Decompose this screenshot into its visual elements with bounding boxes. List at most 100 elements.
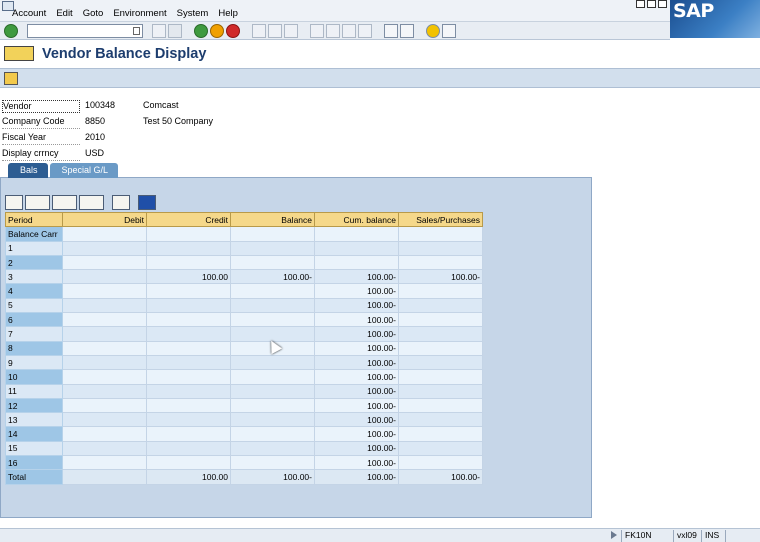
cell-debit[interactable]: [62, 312, 147, 328]
cell-credit[interactable]: [146, 312, 231, 328]
cell-period[interactable]: 14: [5, 426, 63, 442]
cell-credit[interactable]: 100.00: [146, 269, 231, 285]
table-row[interactable]: 13 100.00-: [5, 412, 483, 428]
table-row[interactable]: 4 100.00-: [5, 283, 483, 299]
menu-system[interactable]: System: [177, 8, 209, 19]
col-header-sales-purchases[interactable]: Sales/Purchases: [398, 211, 483, 228]
cell-sales-purchases[interactable]: [398, 412, 483, 428]
enter-icon[interactable]: [4, 24, 18, 38]
cell-credit[interactable]: [146, 354, 231, 371]
cell-credit[interactable]: [146, 397, 231, 414]
cell-period[interactable]: 11: [5, 383, 63, 399]
col-header-cum-balance[interactable]: Cum. balance: [314, 211, 399, 228]
cell-sales-purchases[interactable]: [398, 283, 483, 299]
next-page-icon[interactable]: [342, 24, 356, 38]
table-row[interactable]: 3 100.00 100.00- 100.00- 100.00-: [5, 269, 483, 285]
cell-debit[interactable]: [62, 340, 147, 356]
cell-sales-purchases[interactable]: [398, 440, 483, 457]
find-icon[interactable]: [268, 24, 282, 38]
cell-debit[interactable]: [62, 254, 147, 271]
cell-period[interactable]: 8: [5, 340, 63, 356]
total-cell-debit[interactable]: [62, 469, 147, 485]
col-header-credit[interactable]: Credit: [146, 211, 231, 228]
cell-balance[interactable]: [230, 455, 315, 471]
table-row[interactable]: 5 100.00-: [5, 297, 483, 314]
cell-debit[interactable]: [62, 283, 147, 299]
cell-cum-balance[interactable]: 100.00-: [314, 354, 399, 371]
cell-balance[interactable]: [230, 369, 315, 385]
cell-debit[interactable]: [62, 297, 147, 314]
cell-period[interactable]: 15: [5, 440, 63, 457]
sort-icon[interactable]: [25, 195, 50, 210]
total-row[interactable]: Total 100.00 100.00- 100.00- 100.00-: [5, 469, 483, 485]
exit-icon[interactable]: [210, 24, 224, 38]
cell-sales-purchases[interactable]: [398, 397, 483, 414]
cell-cum-balance[interactable]: [314, 240, 399, 256]
find-next-icon[interactable]: [284, 24, 298, 38]
layout-menu-icon[interactable]: [442, 24, 456, 38]
table-row[interactable]: 15 100.00-: [5, 440, 483, 457]
col-header-balance[interactable]: Balance: [230, 211, 315, 228]
cell-cum-balance[interactable]: 100.00-: [314, 326, 399, 342]
cell-credit[interactable]: [146, 226, 231, 242]
cell-period[interactable]: 10: [5, 369, 63, 385]
cell-cum-balance[interactable]: 100.00-: [314, 383, 399, 399]
cell-credit[interactable]: [146, 283, 231, 299]
cell-period[interactable]: 16: [5, 455, 63, 471]
cell-credit[interactable]: [146, 440, 231, 457]
total-cell-period[interactable]: Total: [5, 469, 63, 485]
table-row[interactable]: 1: [5, 240, 483, 256]
cell-balance[interactable]: [230, 397, 315, 414]
back-icon[interactable]: [194, 24, 208, 38]
cell-credit[interactable]: [146, 326, 231, 342]
cell-period[interactable]: 5: [5, 297, 63, 314]
cell-sales-purchases[interactable]: [398, 340, 483, 356]
cell-period[interactable]: 2: [5, 254, 63, 271]
table-row[interactable]: 6 100.00-: [5, 312, 483, 328]
cell-cum-balance[interactable]: 100.00-: [314, 312, 399, 328]
cell-period[interactable]: 4: [5, 283, 63, 299]
table-row[interactable]: 2: [5, 254, 483, 271]
cell-cum-balance[interactable]: 100.00-: [314, 426, 399, 442]
save-icon[interactable]: [168, 24, 182, 38]
table-row[interactable]: 9 100.00-: [5, 354, 483, 371]
last-page-icon[interactable]: [358, 24, 372, 38]
table-row[interactable]: 7 100.00-: [5, 326, 483, 342]
menu-edit[interactable]: Edit: [56, 8, 72, 19]
cell-cum-balance[interactable]: 100.00-: [314, 455, 399, 471]
command-field[interactable]: [27, 24, 143, 38]
cell-debit[interactable]: [62, 412, 147, 428]
cell-balance[interactable]: [230, 383, 315, 399]
menu-environment[interactable]: Environment: [113, 8, 166, 19]
cell-period[interactable]: 7: [5, 326, 63, 342]
table-row[interactable]: 16 100.00-: [5, 455, 483, 471]
cell-cum-balance[interactable]: 100.00-: [314, 412, 399, 428]
cell-credit[interactable]: [146, 240, 231, 256]
cell-period[interactable]: 12: [5, 397, 63, 414]
cell-sales-purchases[interactable]: [398, 326, 483, 342]
cell-cum-balance[interactable]: 100.00-: [314, 369, 399, 385]
table-row[interactable]: 14 100.00-: [5, 426, 483, 442]
cell-debit[interactable]: [62, 354, 147, 371]
cancel-icon[interactable]: [226, 24, 240, 38]
cell-sales-purchases[interactable]: [398, 297, 483, 314]
cell-credit[interactable]: [146, 412, 231, 428]
cell-balance[interactable]: [230, 240, 315, 256]
layout-icon[interactable]: [79, 195, 104, 210]
cell-balance[interactable]: [230, 226, 315, 242]
create-session-icon[interactable]: [384, 24, 398, 38]
close-icon[interactable]: [658, 0, 667, 8]
cell-credit[interactable]: [146, 455, 231, 471]
cell-credit[interactable]: [146, 297, 231, 314]
col-header-debit[interactable]: Debit: [62, 211, 147, 228]
cell-debit[interactable]: [62, 426, 147, 442]
col-header-period[interactable]: Period: [5, 211, 63, 228]
cell-cum-balance[interactable]: 100.00-: [314, 440, 399, 457]
cell-sales-purchases[interactable]: [398, 240, 483, 256]
cell-period[interactable]: 9: [5, 354, 63, 371]
table-row[interactable]: 12 100.00-: [5, 397, 483, 414]
table-row[interactable]: 11 100.00-: [5, 383, 483, 399]
display-documents-icon[interactable]: [4, 72, 18, 85]
cell-balance[interactable]: [230, 426, 315, 442]
table-row[interactable]: Balance Carr: [5, 226, 483, 242]
